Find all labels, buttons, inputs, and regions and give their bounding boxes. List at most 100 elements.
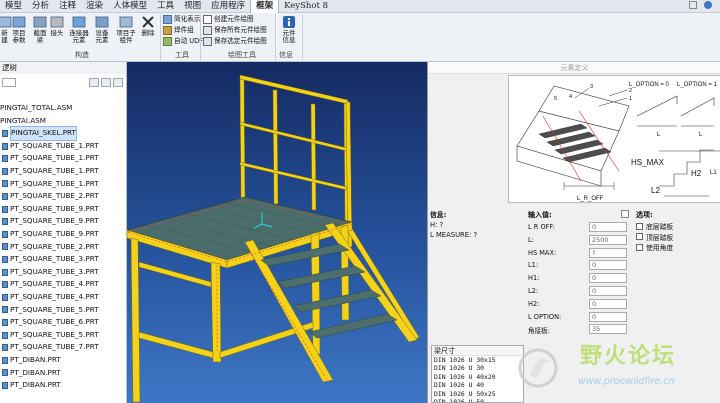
param-input[interactable]: 2500 bbox=[589, 234, 627, 245]
tab-8[interactable]: 框架 bbox=[250, 0, 280, 13]
tree-item[interactable]: PINGTAI_SKEL.PRT bbox=[2, 126, 77, 141]
option-checkbox[interactable]: 顶层踏板 bbox=[636, 232, 673, 242]
group-separator bbox=[200, 14, 201, 60]
option-checkbox[interactable]: 使用角度 bbox=[636, 242, 673, 252]
model-tree-panel: 逻树 PINGTAI_TOTAL.ASM PINGTAI.ASM PINGTAI_S… bbox=[0, 62, 127, 403]
component-info-button[interactable]: 元件 信息 bbox=[280, 15, 298, 49]
section-beam-button[interactable]: 截面梁 bbox=[31, 15, 49, 49]
info-h: H: ? bbox=[430, 221, 444, 229]
group-separator bbox=[275, 14, 276, 60]
tab-5[interactable]: 工具 bbox=[152, 0, 179, 13]
tree-item[interactable]: PT_DIBAN.PRT bbox=[2, 367, 61, 380]
weldment-group-button[interactable]: 焊件组 bbox=[163, 25, 194, 36]
new-button[interactable]: 新建 bbox=[0, 15, 11, 49]
callout-2: 2 bbox=[629, 88, 632, 94]
tree-item[interactable]: PT_SQUARE_TUBE_5.PRT bbox=[2, 329, 99, 342]
tree-item[interactable]: PT_SQUARE_TUBE_1.PRT bbox=[2, 165, 99, 178]
tree-item[interactable]: PT_SQUARE_TUBE_9.PRT bbox=[2, 228, 99, 241]
param-input[interactable]: 35 bbox=[589, 324, 627, 335]
tree-item[interactable]: PT_SQUARE_TUBE_1.PRT bbox=[2, 140, 99, 153]
tree-item[interactable]: PT_SQUARE_TUBE_9.PRT bbox=[2, 215, 99, 228]
tab-4[interactable]: 人体模型 bbox=[108, 0, 152, 13]
tree-filter-input[interactable] bbox=[2, 78, 16, 87]
callout-4: 4 bbox=[569, 94, 572, 100]
connector-button[interactable]: 连接器 元素 bbox=[66, 15, 92, 49]
tree-item-label: PT_SQUARE_TUBE_6.PRT bbox=[10, 317, 99, 327]
tree-item[interactable]: PT_SQUARE_TUBE_3.PRT bbox=[2, 253, 99, 266]
tree-item[interactable]: PT_SQUARE_TUBE_1.PRT bbox=[2, 178, 99, 191]
tab-6[interactable]: 视图 bbox=[179, 0, 206, 13]
param-input[interactable]: ? bbox=[589, 247, 627, 258]
tree-item[interactable]: PT_SQUARE_TUBE_2.PRT bbox=[2, 190, 99, 203]
checkbox-icon[interactable] bbox=[636, 222, 643, 230]
param-input[interactable]: 0 bbox=[589, 298, 627, 309]
tree-show-icon[interactable] bbox=[113, 78, 123, 87]
save-selected-icon bbox=[203, 37, 212, 46]
tab-0[interactable]: 模型 bbox=[0, 0, 27, 13]
tree-item[interactable]: PT_SQUARE_TUBE_2.PRT bbox=[2, 241, 99, 254]
tree-item[interactable]: PT_SQUARE_TUBE_6.PRT bbox=[2, 316, 99, 329]
sub-assembly-button[interactable]: 项目子 组件 bbox=[113, 15, 139, 49]
tree-item[interactable]: PT_SQUARE_TUBE_4.PRT bbox=[2, 278, 99, 291]
param-input[interactable]: 0 bbox=[589, 311, 627, 322]
l-option-1-label: L_OPTION = 1 bbox=[677, 82, 718, 88]
delete-button[interactable]: 删除 bbox=[140, 15, 156, 49]
save-all-drawings-button[interactable]: 保存所有元件绘图 bbox=[203, 25, 267, 36]
tree-item[interactable]: PINGTAI_TOTAL.ASM bbox=[0, 102, 72, 115]
create-part-drawing-button[interactable]: 创建元件绘图 bbox=[203, 14, 254, 25]
param-label: 角接板: bbox=[528, 327, 551, 336]
simplified-rep-button[interactable]: 简化表示 bbox=[163, 14, 200, 25]
tab-7[interactable]: 应用程序 bbox=[206, 0, 250, 13]
tree-item[interactable]: PT_SQUARE_TUBE_7.PRT bbox=[2, 341, 99, 354]
param-label: H2: bbox=[528, 299, 540, 308]
tree-item-label: PT_SQUARE_TUBE_3.PRT bbox=[10, 266, 99, 276]
param-input[interactable]: 0 bbox=[589, 260, 627, 271]
h2-label: H2 bbox=[691, 169, 702, 178]
input-values-header: 输入值: bbox=[528, 211, 552, 219]
tree-item[interactable]: PT_SQUARE_TUBE_3.PRT bbox=[2, 266, 99, 279]
param-label: L R OFF: bbox=[528, 223, 555, 231]
checkbox-icon[interactable] bbox=[636, 243, 643, 251]
project-params-button[interactable]: 项目 参数 bbox=[9, 15, 29, 49]
part-icon bbox=[2, 356, 8, 364]
tab-1[interactable]: 分析 bbox=[27, 0, 54, 13]
minimize-ribbon-icon[interactable] bbox=[689, 1, 698, 9]
part-icon bbox=[2, 192, 8, 200]
tab-3[interactable]: 渲染 bbox=[81, 0, 108, 13]
help-icon[interactable] bbox=[704, 1, 712, 9]
joint-button[interactable]: 接头 bbox=[50, 15, 64, 49]
tree-toolbar bbox=[89, 78, 123, 87]
tree-item[interactable]: PT_DIBAN.PRT bbox=[2, 379, 61, 392]
graphics-viewport[interactable] bbox=[127, 62, 427, 403]
tree-item[interactable]: PT_SQUARE_TUBE_4.PRT bbox=[2, 291, 99, 304]
connector-icon bbox=[72, 16, 86, 28]
tree-settings-icon[interactable] bbox=[89, 78, 99, 87]
tree-item[interactable]: PT_SQUARE_TUBE_1.PRT bbox=[2, 152, 99, 165]
tab-2[interactable]: 注释 bbox=[54, 0, 81, 13]
part-icon bbox=[2, 255, 8, 263]
option-checkbox[interactable]: 底层踏板 bbox=[636, 221, 673, 231]
delete-icon bbox=[142, 16, 154, 28]
param-input[interactable]: 0 bbox=[589, 273, 627, 284]
tree-item[interactable]: PT_SQUARE_TUBE_5.PRT bbox=[2, 304, 99, 317]
tree-item-label: PT_SQUARE_TUBE_4.PRT bbox=[10, 292, 99, 301]
tree-item-label: PT_SQUARE_TUBE_7.PRT bbox=[10, 342, 99, 352]
tree-item-label: PINGTAI_SKEL.PRT bbox=[10, 126, 77, 141]
auto-udf-button[interactable]: 自动 UDF bbox=[163, 36, 203, 47]
l-label-0: L bbox=[657, 132, 661, 138]
part-icon bbox=[2, 129, 8, 137]
tree-item[interactable]: PT_DIBAN.PRT bbox=[2, 354, 61, 367]
part-icon bbox=[2, 293, 8, 301]
tab-9[interactable]: KeyShot 8 bbox=[279, 0, 333, 13]
param-input[interactable]: 0 bbox=[589, 222, 627, 232]
param-input[interactable]: 0 bbox=[589, 286, 627, 296]
save-selected-drawings-button[interactable]: 保存选定元件绘图 bbox=[203, 36, 267, 47]
tree-item-label: PT_SQUARE_TUBE_9.PRT bbox=[10, 216, 99, 226]
edit-icon[interactable] bbox=[621, 210, 629, 218]
checkbox-icon[interactable] bbox=[636, 233, 643, 240]
equipment-button[interactable]: 设备 元素 bbox=[93, 15, 111, 49]
part-icon bbox=[2, 381, 8, 389]
tree-columns-icon[interactable] bbox=[101, 78, 111, 87]
tree-item-label: PT_DIBAN.PRT bbox=[10, 367, 61, 377]
tree-item[interactable]: PT_SQUARE_TUBE_9.PRT bbox=[2, 203, 99, 216]
